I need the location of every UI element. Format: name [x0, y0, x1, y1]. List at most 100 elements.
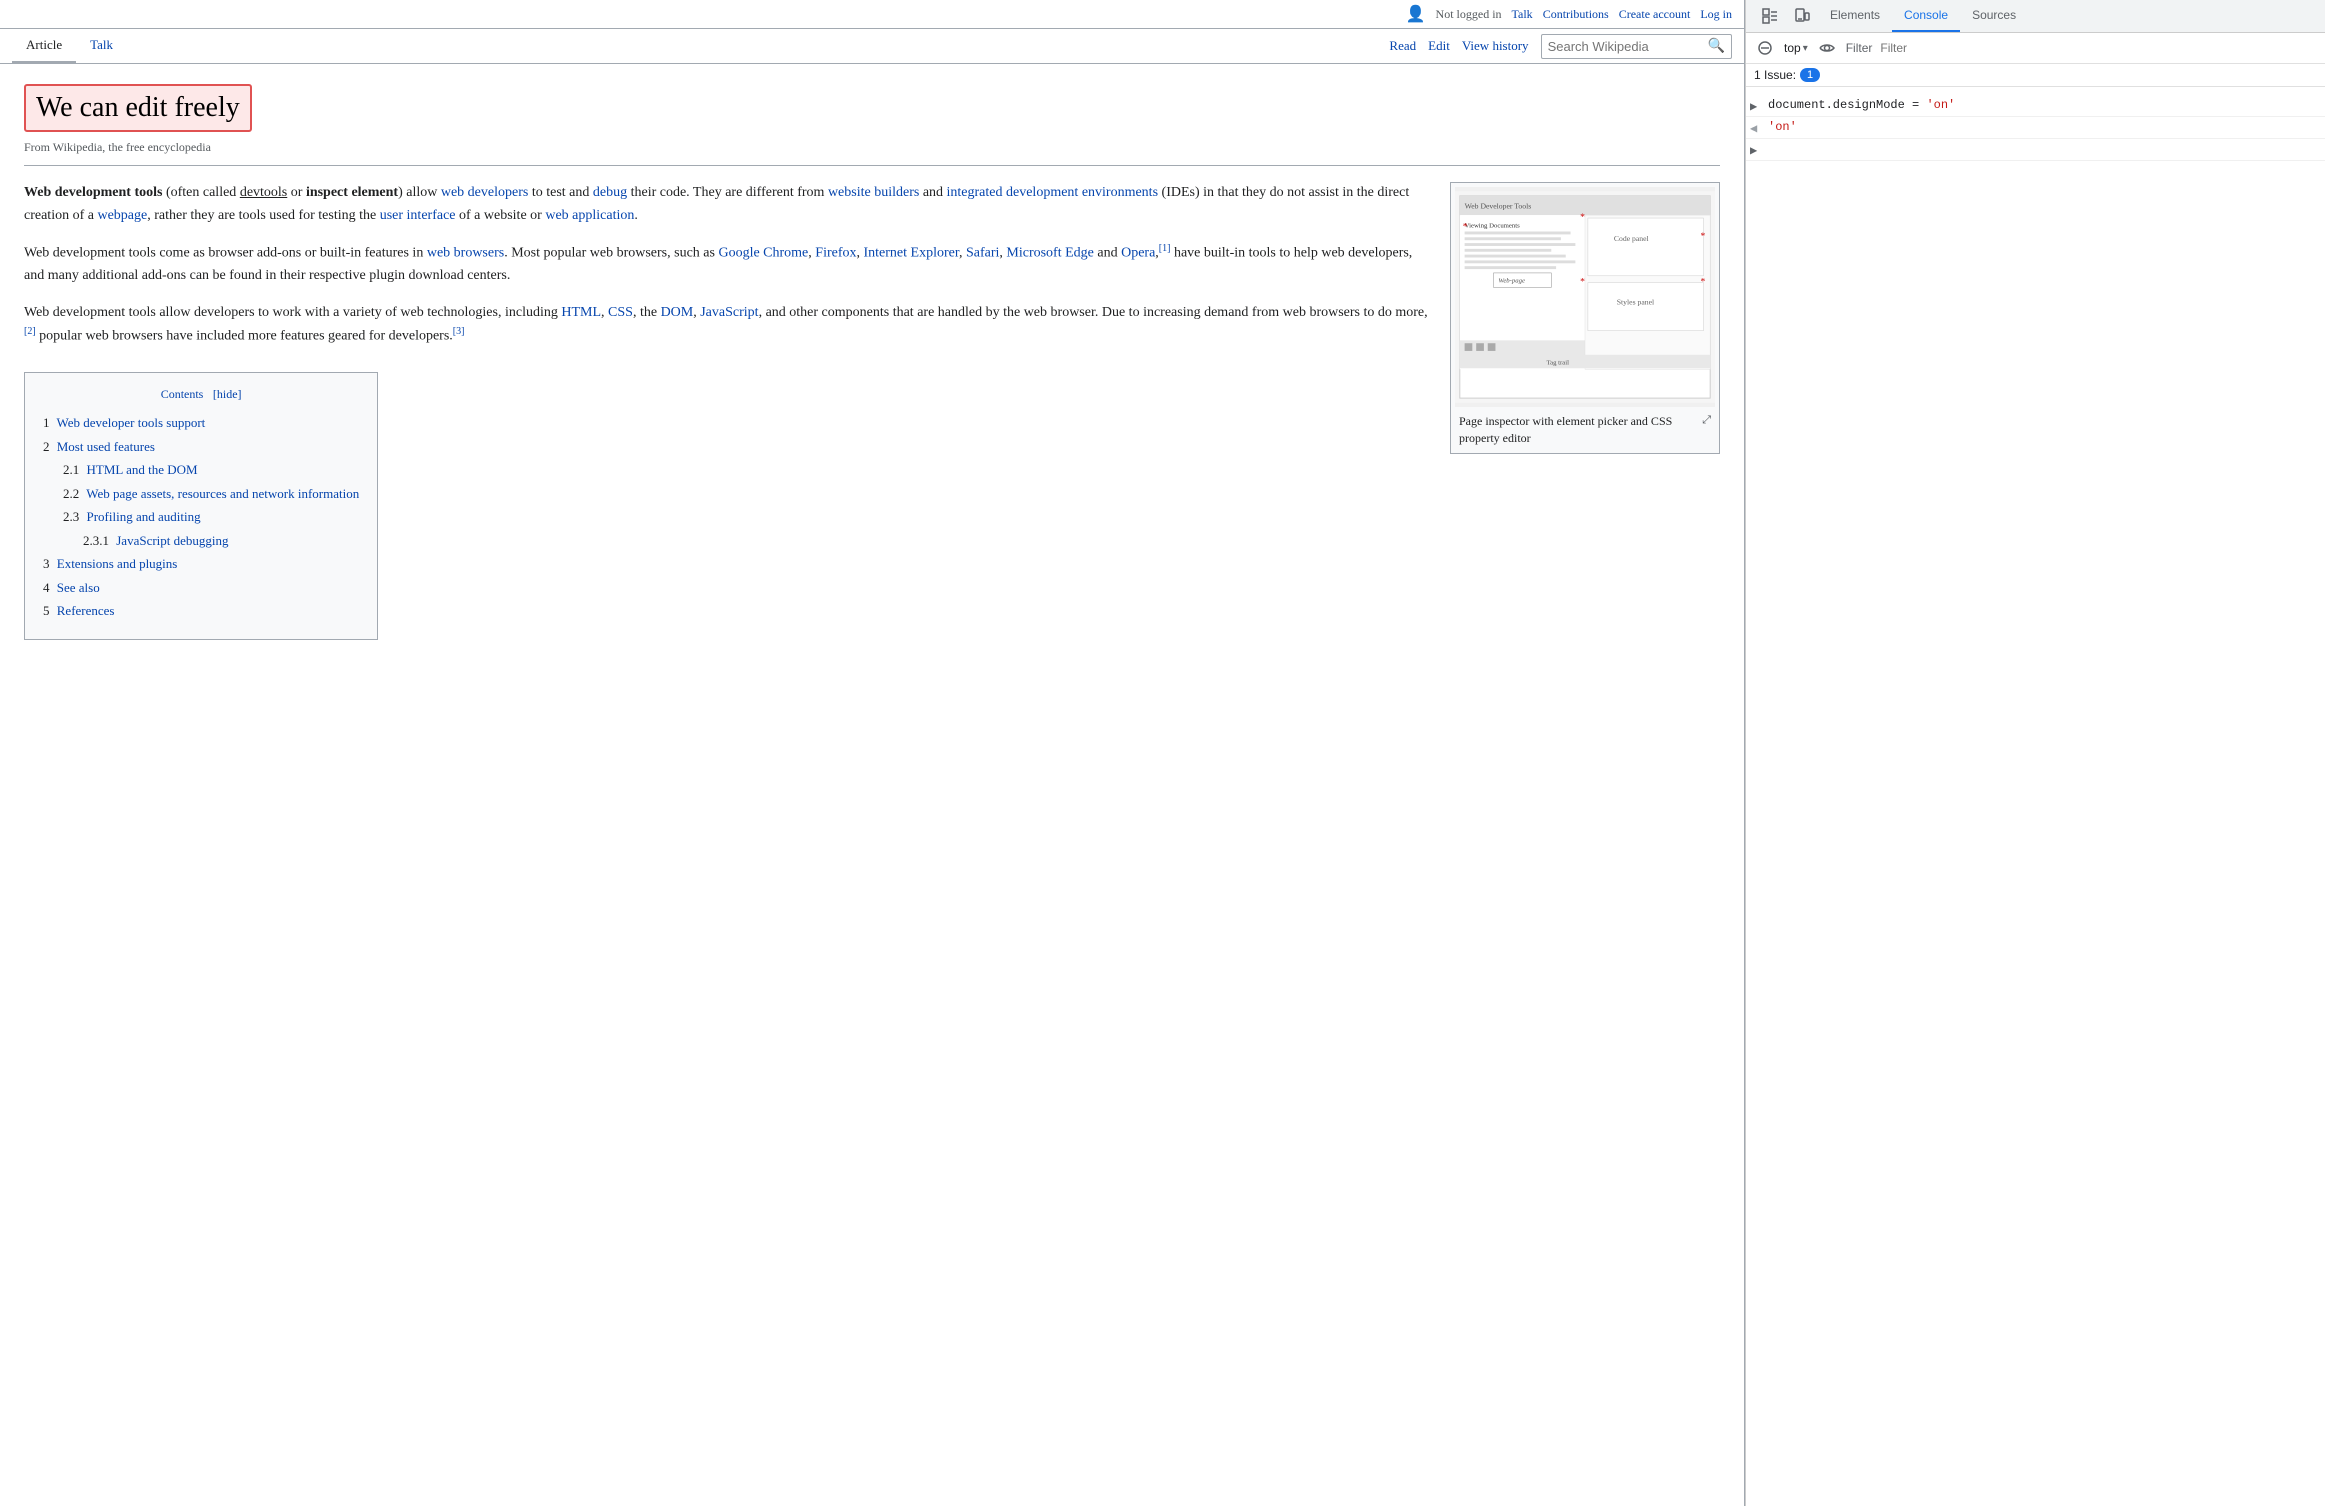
search-input[interactable]	[1548, 39, 1708, 54]
console-prompt-row[interactable]: ▶	[1746, 139, 2325, 161]
device-toolbar-icon[interactable]	[1786, 2, 1818, 30]
wiki-content: We can edit freely From Wikipedia, the f…	[0, 64, 1744, 1506]
contents-item-4: 4 See also	[43, 578, 359, 598]
devtools-tabs: Elements Console Sources	[1746, 0, 2325, 33]
talk-tab[interactable]: Talk	[76, 29, 127, 63]
contents-link-231[interactable]: JavaScript debugging	[116, 533, 228, 548]
read-link[interactable]: Read	[1389, 38, 1416, 54]
console-output-1: 'on'	[1768, 120, 2317, 134]
contents-hide-link[interactable]: [hide]	[213, 387, 242, 401]
top-selector[interactable]: top ▾	[1784, 41, 1808, 55]
search-icon[interactable]: 🔍	[1708, 38, 1725, 55]
edge-link[interactable]: Microsoft Edge	[1006, 246, 1093, 261]
console-output-row[interactable]: ◀ 'on'	[1746, 117, 2325, 139]
nav-actions: Read Edit View history 🔍	[1389, 29, 1732, 63]
devtools-console: ▶ document.designMode = 'on' ◀ 'on' ▶	[1746, 87, 2325, 1506]
wikipedia-panel: 👤 Not logged in Talk Contributions Creat…	[0, 0, 1745, 1506]
edit-link[interactable]: Edit	[1428, 38, 1450, 54]
not-logged-in-label: Not logged in	[1436, 7, 1502, 22]
debug-link[interactable]: debug	[593, 185, 627, 200]
top-label: top	[1784, 41, 1801, 55]
paragraph-1: Web development tools (often called devt…	[24, 182, 1430, 227]
contents-item-21: 2.1 HTML and the DOM	[63, 460, 359, 480]
article-image-box: Web Developer Tools Viewing Documents	[1450, 182, 1720, 454]
ui-link[interactable]: user interface	[380, 208, 456, 223]
no-entry-icon[interactable]	[1754, 37, 1776, 59]
contents-link-22[interactable]: Web page assets, resources and network i…	[86, 486, 359, 501]
expand-icon[interactable]: ⤢	[1702, 413, 1711, 428]
svg-text:Code panel: Code panel	[1614, 235, 1649, 244]
view-history-link[interactable]: View history	[1462, 38, 1529, 54]
contents-link-3[interactable]: Extensions and plugins	[57, 556, 178, 571]
svg-text:*: *	[1463, 222, 1468, 233]
website-builders-link[interactable]: website builders	[828, 185, 919, 200]
svg-text:Viewing Documents: Viewing Documents	[1465, 223, 1521, 230]
contents-list: 1 Web developer tools support 2 Most use…	[43, 413, 359, 621]
svg-text:*: *	[1580, 277, 1585, 288]
svg-text:Tag trail: Tag trail	[1546, 360, 1569, 367]
nav-bar: Article Talk Read Edit View history 🔍	[0, 29, 1744, 64]
ref-3-link[interactable]: [3]	[453, 326, 465, 337]
image-caption: ⤢ Page inspector with element picker and…	[1455, 407, 1715, 449]
contents-item-5: 5 References	[43, 601, 359, 621]
svg-text:Web-page: Web-page	[1498, 278, 1525, 285]
contents-link-2[interactable]: Most used features	[57, 439, 155, 454]
css-link[interactable]: CSS	[608, 305, 633, 320]
ref-1-link[interactable]: [1]	[1159, 243, 1171, 254]
chrome-link[interactable]: Google Chrome	[718, 246, 808, 261]
eye-icon[interactable]	[1816, 37, 1838, 59]
webpage-link[interactable]: webpage	[97, 208, 147, 223]
web-browsers-link[interactable]: web browsers	[427, 246, 504, 261]
js-link[interactable]: JavaScript	[700, 305, 758, 320]
svg-text:*: *	[1701, 232, 1706, 243]
filter-label: Filter	[1846, 41, 1873, 55]
contents-link-4[interactable]: See also	[57, 580, 100, 595]
contents-box: Contents [hide] 1 Web developer tools su…	[24, 372, 378, 640]
html-link[interactable]: HTML	[561, 305, 601, 320]
safari-link[interactable]: Safari	[966, 246, 999, 261]
log-in-link[interactable]: Log in	[1700, 7, 1732, 22]
ie-link[interactable]: Internet Explorer	[864, 246, 959, 261]
devtools-panel: Elements Console Sources top ▾ Filter 1 …	[1745, 0, 2325, 1506]
svg-text:Styles panel: Styles panel	[1617, 298, 1654, 307]
ide-link[interactable]: integrated development environments	[947, 185, 1159, 200]
create-account-link[interactable]: Create account	[1619, 7, 1691, 22]
chevron-down-icon: ▾	[1803, 43, 1808, 54]
svg-text:*: *	[1701, 277, 1706, 288]
contents-item-2: 2 Most used features	[43, 437, 359, 457]
dom-link[interactable]: DOM	[661, 305, 694, 320]
contents-item-1: 1 Web developer tools support	[43, 413, 359, 433]
svg-text:*: *	[1580, 212, 1585, 223]
prompt-arrow-icon: ▶	[1750, 142, 1764, 157]
contents-link-5[interactable]: References	[57, 603, 115, 618]
elements-tab[interactable]: Elements	[1818, 0, 1892, 32]
expand-arrow-icon: ▶	[1750, 98, 1764, 113]
contributions-link[interactable]: Contributions	[1543, 7, 1609, 22]
web-developers-link[interactable]: web developers	[441, 185, 528, 200]
issue-badge[interactable]: 1	[1800, 68, 1820, 82]
console-code-1: document.designMode = 'on'	[1768, 98, 2317, 112]
article-tab[interactable]: Article	[12, 29, 76, 63]
web-app-link[interactable]: web application	[545, 208, 634, 223]
page-title-box: We can edit freely	[24, 84, 252, 132]
console-tab[interactable]: Console	[1892, 0, 1960, 32]
image-caption-text: Page inspector with element picker and C…	[1459, 414, 1672, 445]
contents-link-23[interactable]: Profiling and auditing	[87, 509, 201, 524]
contents-item-231: 2.3.1 JavaScript debugging	[83, 531, 359, 551]
contents-title: Contents [hide]	[43, 387, 359, 403]
sources-tab[interactable]: Sources	[1960, 0, 2028, 32]
contents-item-22: 2.2 Web page assets, resources and netwo…	[63, 484, 359, 504]
return-arrow-icon: ◀	[1750, 120, 1764, 135]
console-expand-row[interactable]: ▶ document.designMode = 'on'	[1746, 95, 2325, 117]
ref-2-link[interactable]: [2]	[24, 326, 36, 337]
svg-text:Web Developer Tools: Web Developer Tools	[1465, 202, 1532, 211]
contents-link-1[interactable]: Web developer tools support	[57, 415, 206, 430]
contents-link-21[interactable]: HTML and the DOM	[87, 462, 198, 477]
page-title: We can edit freely	[36, 90, 240, 126]
opera-link[interactable]: Opera	[1121, 246, 1155, 261]
inspect-element-icon[interactable]	[1754, 2, 1786, 30]
firefox-link[interactable]: Firefox	[815, 246, 856, 261]
talk-link[interactable]: Talk	[1512, 7, 1533, 22]
from-wiki-label: From Wikipedia, the free encyclopedia	[24, 140, 1720, 166]
filter-input[interactable]	[1880, 41, 2317, 55]
